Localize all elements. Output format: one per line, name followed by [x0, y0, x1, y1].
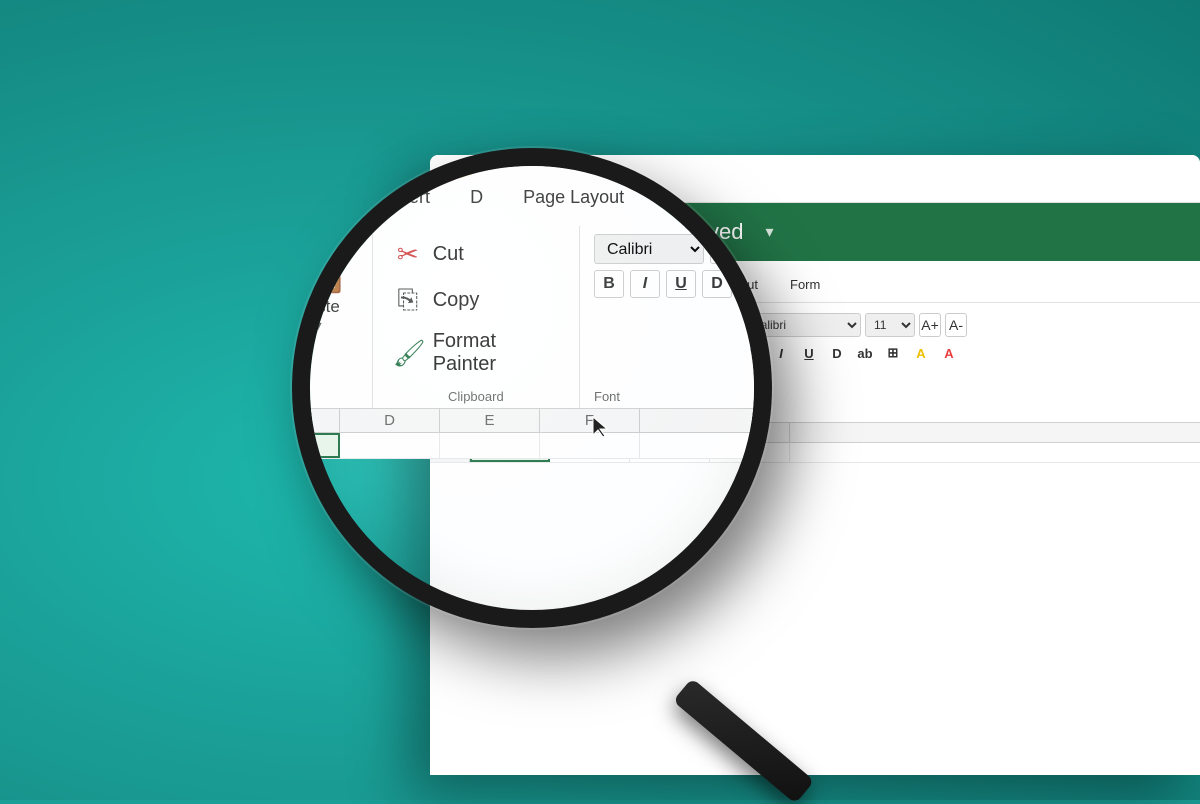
- clipboard-label: Clipboard: [581, 407, 720, 422]
- column-headers: C D E F: [430, 423, 1200, 443]
- spreadsheet-area: C D E F 1: [430, 423, 1200, 463]
- font-color-button[interactable]: A: [937, 341, 961, 365]
- toolbar-icons: ▾: [515, 165, 575, 193]
- table-row: 1: [430, 443, 1200, 463]
- cell-c1[interactable]: [470, 443, 550, 462]
- underline-button[interactable]: U: [797, 341, 821, 365]
- subscript-button[interactable]: ab: [853, 341, 877, 365]
- undo-button[interactable]: ↺: [446, 324, 474, 352]
- font-section: Calibri 11 A+ A- B I U D ab ⊞ A A Font: [731, 309, 1200, 422]
- font-section-label: Font: [741, 407, 1190, 422]
- menu-formulas[interactable]: Form: [776, 269, 834, 302]
- app-title-ribbon: Excel Book1 - Saved ▾: [430, 203, 1200, 261]
- col-header-e: E: [630, 423, 710, 442]
- font-size-decrease[interactable]: A-: [945, 313, 967, 337]
- copy-button[interactable]: ⎘ Copy: [581, 342, 720, 369]
- ribbon: ↺ ↻ Undo 📋 Paste ▾ Clipboard ✂ Cut ⎘ Co: [430, 303, 1200, 423]
- cut-icon: ✂: [587, 316, 609, 337]
- font-size-increase[interactable]: A+: [919, 313, 941, 337]
- italic-button[interactable]: I: [769, 341, 793, 365]
- menu-bar: File Home Insert D Page Layout Form: [430, 261, 1200, 303]
- row-number-1: 1: [430, 443, 470, 462]
- layout-icon[interactable]: [515, 165, 543, 193]
- format-painter-label: Format Painter: [617, 377, 710, 393]
- format-painter-button[interactable]: 🖌 Format Painter: [581, 371, 720, 398]
- app-name: Excel: [498, 216, 571, 248]
- cut-button[interactable]: ✂ Cut: [581, 313, 720, 340]
- doc-chevron-icon[interactable]: ▾: [765, 222, 773, 242]
- col-header-c: C: [470, 423, 550, 442]
- cut-label: Cut: [617, 319, 639, 335]
- col-header-d: D: [550, 423, 630, 442]
- nav-back-icon[interactable]: ‹: [591, 167, 615, 191]
- font-name-select[interactable]: Calibri: [741, 313, 861, 337]
- corner-cell: [430, 423, 470, 442]
- menu-insert[interactable]: Insert: [565, 269, 626, 302]
- redo-button[interactable]: ↻: [446, 360, 474, 388]
- paste-icon: 📋: [508, 315, 553, 351]
- close-button[interactable]: [442, 172, 455, 185]
- col-header-f: F: [710, 423, 790, 442]
- cell-d1[interactable]: [550, 443, 630, 462]
- font-row2: B I U D ab ⊞ A A: [741, 341, 1190, 365]
- menu-draw[interactable]: D: [630, 269, 667, 302]
- strikethrough-button[interactable]: D: [825, 341, 849, 365]
- bold-button[interactable]: B: [741, 341, 765, 365]
- minimize-button[interactable]: [461, 172, 474, 185]
- paste-section: 📋 Paste ▾ Clipboard: [491, 309, 571, 422]
- fill-color-button[interactable]: A: [909, 341, 933, 365]
- copy-label: Copy: [617, 348, 650, 364]
- clipboard-items: ✂ Cut ⎘ Copy 🖌 Format Painter: [581, 313, 720, 407]
- nav-arrows: ‹ ›: [591, 167, 641, 191]
- font-size-select[interactable]: 11: [865, 313, 915, 337]
- title-bar: ▾ ‹ ›: [430, 155, 1200, 203]
- paste-dropdown-icon[interactable]: ▾: [528, 396, 533, 407]
- cell-f1[interactable]: [710, 443, 790, 462]
- clipboard-section-label: Clipboard: [505, 407, 556, 422]
- document-name: Book1 - Saved: [599, 219, 743, 245]
- cell-e1[interactable]: [630, 443, 710, 462]
- maximize-button[interactable]: [480, 172, 493, 185]
- copy-icon: ⎘: [587, 345, 609, 366]
- clipboard-section: ✂ Cut ⎘ Copy 🖌 Format Painter Clipboard: [571, 309, 731, 422]
- undo-label: Undo: [448, 396, 472, 407]
- apps-grid-icon[interactable]: [450, 220, 474, 244]
- menu-home[interactable]: Home: [497, 269, 561, 302]
- paste-button[interactable]: 📋 Paste: [508, 315, 553, 396]
- menu-file[interactable]: File: [444, 269, 493, 302]
- font-row1: Calibri 11 A+ A-: [741, 313, 1190, 337]
- borders-button[interactable]: ⊞: [881, 341, 905, 365]
- nav-forward-icon[interactable]: ›: [617, 167, 641, 191]
- traffic-lights: [442, 172, 493, 185]
- menu-page-layout[interactable]: Page Layout: [671, 269, 772, 302]
- paste-label: Paste: [515, 353, 546, 367]
- format-painter-icon: 🖌: [587, 374, 609, 395]
- chevron-down-icon[interactable]: ▾: [547, 165, 575, 193]
- undo-section: ↺ ↻ Undo: [430, 309, 491, 422]
- excel-window: ▾ ‹ › Excel Book1 - Saved ▾ File Home In…: [430, 155, 1200, 775]
